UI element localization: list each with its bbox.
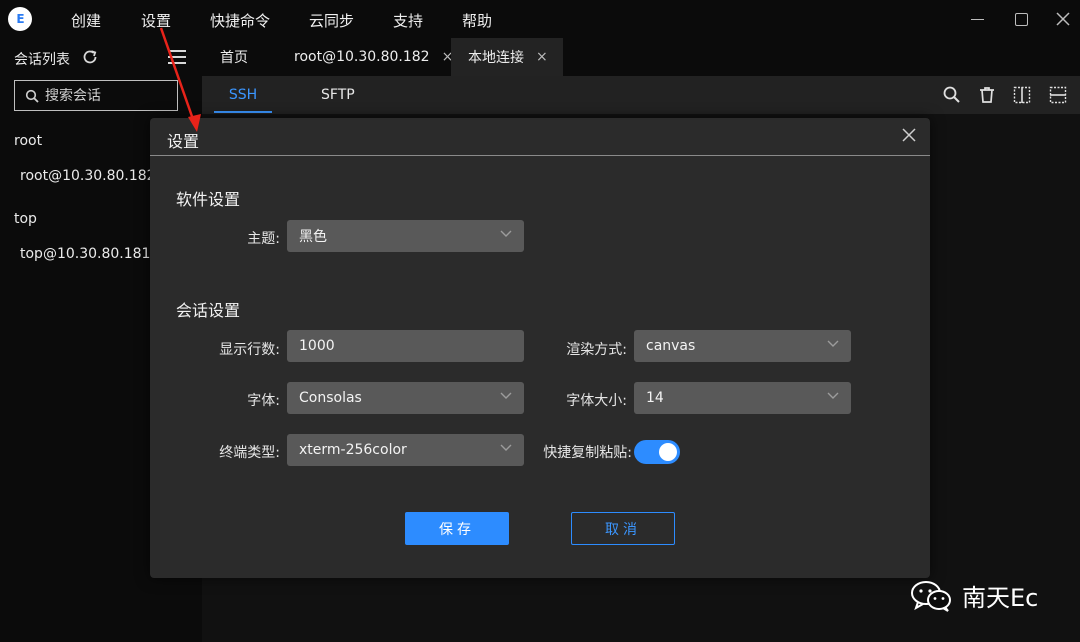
session-settings-heading: 会话设置 <box>176 301 241 320</box>
menu-toggle-icon[interactable] <box>168 50 186 66</box>
software-settings-heading: 软件设置 <box>176 190 241 209</box>
chevron-down-icon <box>827 392 839 399</box>
maximize-button[interactable] <box>1010 8 1032 30</box>
tab-root-session[interactable]: root@10.30.80.182 × <box>294 38 453 76</box>
settings-dialog: 设置 软件设置 主题: 黑色 会话设置 显示行数: 渲染方式: canvas 字… <box>150 118 930 578</box>
subtab-ssh[interactable]: SSH <box>214 76 272 114</box>
font-label: 字体: <box>247 393 280 409</box>
font-select[interactable]: Consolas <box>287 382 524 414</box>
theme-select[interactable]: 黑色 <box>287 220 524 252</box>
menu-support[interactable]: 支持 <box>393 10 423 31</box>
font-size-value: 14 <box>646 390 664 406</box>
menu-create[interactable]: 创建 <box>71 10 101 31</box>
menu-settings[interactable]: 设置 <box>141 10 171 31</box>
rows-label: 显示行数: <box>219 342 280 358</box>
tab-home-label: 首页 <box>220 50 248 66</box>
cancel-button[interactable]: 取消 <box>571 512 675 545</box>
save-button[interactable]: 保存 <box>405 512 509 545</box>
quick-copy-paste-label: 快捷复制粘贴: <box>543 445 632 461</box>
sub-tab-bar: SSH SFTP <box>202 76 1080 114</box>
terminal-type-label: 终端类型: <box>219 445 280 461</box>
chevron-down-icon <box>500 230 512 237</box>
rows-input[interactable] <box>287 330 524 362</box>
tab-local-label: 本地连接 <box>468 50 524 66</box>
menu-cloud-sync[interactable]: 云同步 <box>309 10 354 31</box>
session-group-top[interactable]: top <box>14 211 37 227</box>
render-mode-label: 渲染方式: <box>566 342 627 358</box>
trash-icon[interactable] <box>977 85 997 105</box>
chevron-down-icon <box>500 444 512 451</box>
dialog-title: 设置 <box>167 132 200 151</box>
subtab-sftp[interactable]: SFTP <box>321 76 355 114</box>
close-icon <box>1056 12 1070 26</box>
theme-value: 黑色 <box>299 229 327 245</box>
tab-local-connection[interactable]: 本地连接 × <box>451 38 563 76</box>
quick-copy-paste-toggle[interactable] <box>634 440 680 464</box>
session-item-top[interactable]: top@10.30.80.181 <box>20 246 150 262</box>
menu-help[interactable]: 帮助 <box>462 10 492 31</box>
refresh-icon[interactable] <box>81 48 99 66</box>
session-item-root[interactable]: root@10.30.80.182 <box>20 168 156 184</box>
font-size-select[interactable]: 14 <box>634 382 851 414</box>
split-vertical-icon[interactable] <box>1012 85 1032 105</box>
font-size-label: 字体大小: <box>566 393 627 409</box>
theme-label: 主题: <box>247 231 280 247</box>
font-value: Consolas <box>299 390 362 406</box>
menu-bar: E 创建 设置 快捷命令 云同步 支持 帮助 <box>0 0 1080 38</box>
minimize-button[interactable] <box>966 8 988 30</box>
tab-home[interactable]: 首页 <box>220 38 248 76</box>
render-mode-value: canvas <box>646 338 696 354</box>
tab-bar: 首页 root@10.30.80.182 × 本地连接 × <box>202 38 1080 76</box>
session-list-title: 会话列表 <box>14 52 70 68</box>
terminal-type-select[interactable]: xterm-256color <box>287 434 524 466</box>
split-horizontal-icon[interactable] <box>1048 85 1068 105</box>
app-logo: E <box>8 7 32 31</box>
session-search-input[interactable] <box>45 87 165 104</box>
app-window: E 创建 设置 快捷命令 云同步 支持 帮助 会话列表 root root@10… <box>0 0 1080 642</box>
search-icon <box>25 89 39 103</box>
chevron-down-icon <box>500 392 512 399</box>
app-logo-text: E <box>16 12 24 26</box>
chevron-down-icon <box>827 340 839 347</box>
session-group-root[interactable]: root <box>14 133 42 149</box>
close-icon[interactable] <box>900 126 918 144</box>
close-window-button[interactable] <box>1052 8 1074 30</box>
minimize-icon <box>970 18 984 20</box>
watermark: 南天Ec <box>910 578 1038 613</box>
tab-close-icon[interactable]: × <box>536 49 548 65</box>
tab-root-label: root@10.30.80.182 <box>294 49 430 65</box>
menu-quick-commands[interactable]: 快捷命令 <box>210 10 270 31</box>
maximize-icon <box>1014 12 1028 26</box>
dialog-header: 设置 <box>150 118 930 156</box>
toggle-knob <box>659 443 677 461</box>
session-search[interactable] <box>14 80 178 111</box>
wechat-icon <box>911 580 951 612</box>
render-mode-select[interactable]: canvas <box>634 330 851 362</box>
watermark-text: 南天Ec <box>962 584 1039 612</box>
terminal-type-value: xterm-256color <box>299 442 407 458</box>
search-icon[interactable] <box>942 85 962 105</box>
